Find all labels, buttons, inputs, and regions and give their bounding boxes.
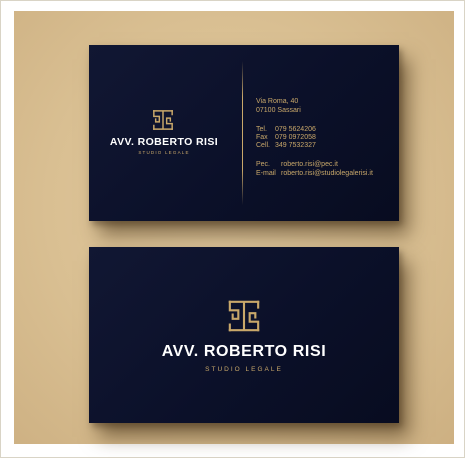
- address-line-1: Via Roma, 40: [256, 98, 299, 105]
- cell-row: Cell. 349 7532327: [256, 142, 316, 150]
- fax-value: 079 0972058: [275, 134, 316, 141]
- lawyer-name: AVV. ROBERTO RISI: [109, 136, 219, 148]
- monogram-logo-icon: [228, 300, 260, 332]
- fax-row: Fax 079 0972058: [256, 134, 316, 142]
- lawyer-name-large: AVV. ROBERTO RISI: [161, 343, 327, 360]
- fax-label: Fax: [256, 134, 268, 141]
- pec-row: Pec. roberto.risi@pec.it: [256, 161, 338, 169]
- pec-value: roberto.risi@pec.it: [281, 161, 338, 168]
- email-row: E-mail roberto.risi@studiolegalerisi.it: [256, 170, 373, 178]
- beige-background: AVV. ROBERTO RISI STUDIO LEGALE Via Roma…: [14, 11, 454, 444]
- tel-label: Tel.: [256, 126, 267, 133]
- vertical-divider: [242, 61, 243, 205]
- business-card-front: AVV. ROBERTO RISI STUDIO LEGALE Via Roma…: [89, 45, 399, 221]
- email-label: E-mail: [256, 170, 276, 177]
- photo-frame: AVV. ROBERTO RISI STUDIO LEGALE Via Roma…: [0, 0, 465, 458]
- address-line-2: 07100 Sassari: [256, 107, 301, 114]
- cell-label: Cell.: [256, 142, 271, 149]
- monogram-logo-icon: [153, 110, 173, 130]
- email-value: roberto.risi@studiolegalerisi.it: [281, 170, 373, 177]
- pec-label: Pec.: [256, 161, 271, 168]
- firm-subtitle-large: STUDIO LEGALE: [205, 366, 283, 373]
- firm-subtitle: STUDIO LEGALE: [138, 150, 190, 155]
- tel-row: Tel. 079 5624206: [256, 126, 316, 134]
- cell-value: 349 7532327: [275, 142, 316, 149]
- tel-value: 079 5624206: [275, 126, 316, 133]
- business-card-back: AVV. ROBERTO RISI STUDIO LEGALE: [89, 247, 399, 423]
